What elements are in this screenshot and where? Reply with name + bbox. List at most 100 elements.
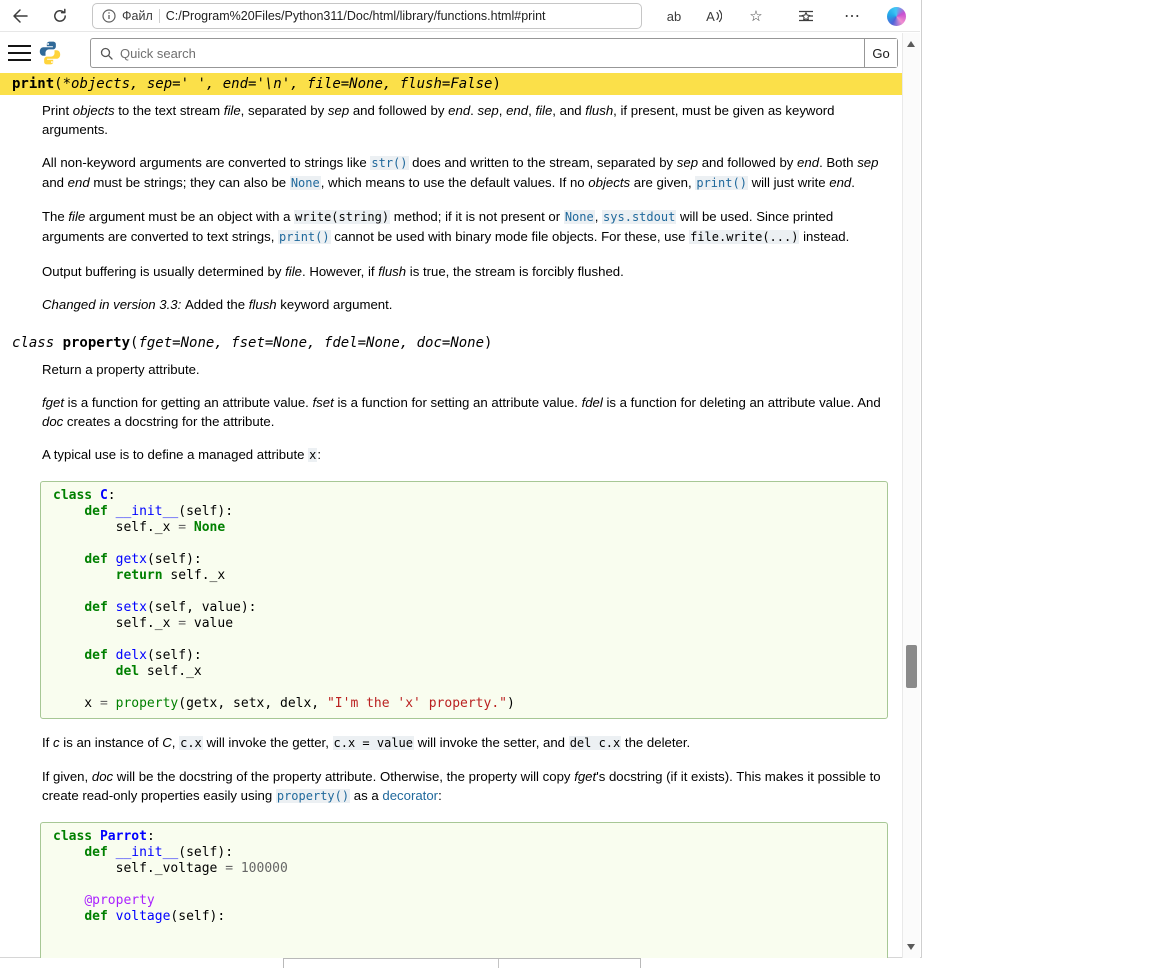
menu-hamburger-button[interactable] xyxy=(8,45,31,61)
back-button[interactable] xyxy=(8,4,32,28)
text: and followed by xyxy=(349,103,448,118)
text: and followed by xyxy=(698,155,797,170)
url-text: C:/Program%20Files/Python311/Doc/html/li… xyxy=(166,9,546,23)
code-token: (self): xyxy=(170,909,225,924)
code-token xyxy=(53,845,84,860)
text: the deleter. xyxy=(621,735,690,750)
code-token: getx xyxy=(116,552,147,567)
code-token: Parrot xyxy=(100,829,147,844)
text-link[interactable]: decorator xyxy=(382,788,438,803)
em-text: sep xyxy=(478,103,499,118)
code-link[interactable]: print() xyxy=(278,230,331,244)
code-token: self._x xyxy=(53,520,178,535)
code-line: def __init__(self): xyxy=(53,845,875,861)
search-input[interactable] xyxy=(113,46,864,61)
code-line: def getx(self): xyxy=(53,552,875,568)
code-token xyxy=(92,488,100,503)
search-go-button[interactable]: Go xyxy=(864,39,897,67)
code-token: C xyxy=(100,488,108,503)
translate-icon[interactable]: ab xyxy=(660,4,688,28)
text: , which means to use the default values.… xyxy=(321,175,589,190)
em-text: end xyxy=(68,175,90,190)
em-text: objects xyxy=(73,103,115,118)
em-text: flush xyxy=(249,297,277,312)
em-text: flush xyxy=(378,264,406,279)
code-token: : xyxy=(147,829,155,844)
code-line xyxy=(53,877,875,893)
em-text: end xyxy=(448,103,470,118)
code-link[interactable]: str() xyxy=(370,156,408,170)
back-arrow-icon xyxy=(12,8,29,24)
code-token: self._voltage xyxy=(53,861,225,876)
python-logo[interactable] xyxy=(37,40,63,71)
code-token: 100000 xyxy=(241,861,288,876)
code-token: = xyxy=(225,861,233,876)
text: Return a property attribute. xyxy=(42,362,200,377)
em-text: flush xyxy=(585,103,613,118)
code-token: def xyxy=(84,600,107,615)
paragraph: Changed in version 3.3: Added the flush … xyxy=(0,295,886,314)
code-token: self._x xyxy=(53,616,178,631)
add-favorite-star-icon[interactable]: ☆ xyxy=(742,4,770,28)
code-token: self._x xyxy=(163,568,226,583)
text: : xyxy=(317,447,321,462)
code-token: def xyxy=(84,552,107,567)
code-token xyxy=(108,696,116,711)
code-token: delx xyxy=(116,648,147,663)
code-token: (self): xyxy=(178,504,233,519)
page-info-icon[interactable] xyxy=(102,9,116,23)
code-line xyxy=(53,584,875,600)
paragraph: Print objects to the text stream file, s… xyxy=(0,101,886,139)
text: If xyxy=(42,735,53,750)
read-aloud-icon[interactable]: A xyxy=(700,4,728,28)
scrollbar-thumb[interactable] xyxy=(906,645,917,688)
code-line: x = property(getx, setx, delx, "I'm the … xyxy=(53,696,875,712)
text: , and xyxy=(552,103,585,118)
paragraph: If c is an instance of C, c.x will invok… xyxy=(0,733,886,753)
code-token: (self, value): xyxy=(147,600,257,615)
code-token: x xyxy=(53,696,100,711)
code-link[interactable]: print() xyxy=(695,176,748,190)
settings-more-icon[interactable]: ⋯ xyxy=(838,4,866,28)
em-text: fdel xyxy=(582,395,603,410)
address-divider xyxy=(159,9,160,23)
text: If given, xyxy=(42,769,92,784)
behind-window-top-edge xyxy=(283,958,641,968)
paragraph: If given, doc will be the docstring of t… xyxy=(0,767,886,806)
code-token: del xyxy=(116,664,139,679)
address-bar[interactable]: Файл C:/Program%20Files/Python311/Doc/ht… xyxy=(92,3,642,29)
read-aloud-letter: A xyxy=(706,9,715,24)
browser-window: Файл C:/Program%20Files/Python311/Doc/ht… xyxy=(0,0,922,958)
refresh-button[interactable] xyxy=(48,4,72,28)
text: creates a docstring for the attribute. xyxy=(63,414,274,429)
signature-property: class property(fget=None, fset=None, fde… xyxy=(0,332,903,354)
paragraph: The file argument must be an object with… xyxy=(0,207,886,247)
scroll-down-arrow-icon[interactable] xyxy=(907,944,915,950)
copilot-icon[interactable] xyxy=(882,4,910,28)
vertical-scrollbar[interactable] xyxy=(902,33,920,958)
code-link[interactable]: None xyxy=(564,210,595,224)
text: , xyxy=(595,209,602,224)
text: and xyxy=(42,175,68,190)
code-link[interactable]: None xyxy=(290,176,321,190)
em-text: doc xyxy=(92,769,113,784)
code-link[interactable]: sys.stdout xyxy=(602,210,676,224)
search-box: Go xyxy=(90,38,898,68)
code-line: class Parrot: xyxy=(53,829,875,845)
sound-waves-icon xyxy=(716,9,722,23)
signature-paren: ) xyxy=(492,76,500,92)
text: is an instance of xyxy=(60,735,163,750)
text: will invoke the setter, and xyxy=(414,735,569,750)
em-text: fget xyxy=(42,395,64,410)
em-text: fget xyxy=(574,769,596,784)
code-link[interactable]: property() xyxy=(276,789,350,803)
em-text: fset xyxy=(313,395,334,410)
search-icon xyxy=(100,47,113,60)
code-token xyxy=(108,600,116,615)
em-text: Changed in version 3.3: xyxy=(42,297,185,312)
favorites-hub-icon[interactable] xyxy=(792,4,820,28)
em-text: C xyxy=(162,735,172,750)
scroll-up-arrow-icon[interactable] xyxy=(907,41,915,47)
code-token: ) xyxy=(507,696,515,711)
code-token: class xyxy=(53,829,92,844)
